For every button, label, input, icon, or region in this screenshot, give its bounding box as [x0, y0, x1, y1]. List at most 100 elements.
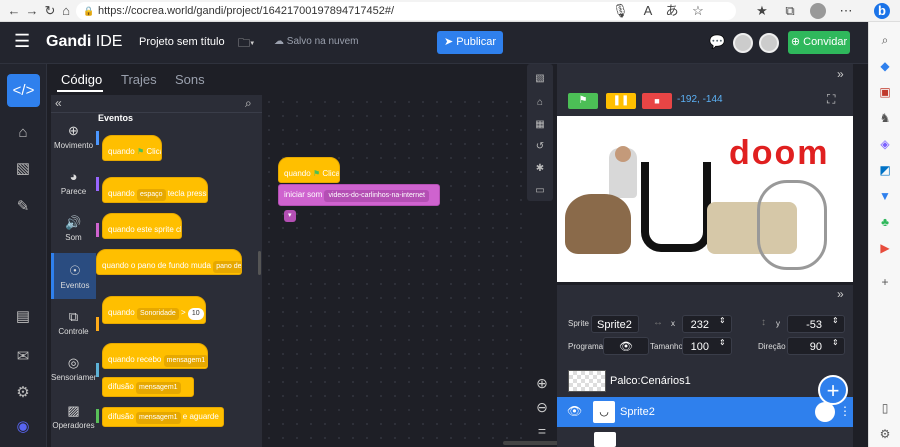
- picture-edit-icon[interactable]: ▦: [533, 118, 547, 132]
- forward-icon[interactable]: →: [24, 3, 40, 19]
- visibility-toggle[interactable]: 👁: [603, 337, 649, 355]
- favorites-icon[interactable]: ★: [754, 3, 770, 19]
- mic-icon[interactable]: 🎙: [612, 3, 629, 19]
- code-icon[interactable]: </>: [7, 74, 40, 107]
- block-when-flag-clicked[interactable]: quando ⚑ Clicado: [102, 135, 162, 161]
- outlook-icon[interactable]: ◩: [877, 162, 893, 178]
- sprite-name-input[interactable]: Sprite2: [591, 315, 639, 333]
- discord-icon[interactable]: ◉: [10, 414, 36, 440]
- gear-icon[interactable]: ⚙: [10, 380, 36, 406]
- settings-icon[interactable]: ⚙: [877, 426, 893, 442]
- pause-button[interactable]: ❚❚: [606, 93, 636, 109]
- sprite-panel-header: »: [557, 285, 853, 303]
- category-control[interactable]: ⧉ Controle: [51, 299, 96, 345]
- tab-code[interactable]: Código: [61, 72, 102, 87]
- notification-icon[interactable]: ✉: [10, 344, 36, 370]
- stage-coords: -192, -144: [677, 94, 723, 105]
- category-events[interactable]: ☉ Eventos: [51, 253, 96, 299]
- fullscreen-icon[interactable]: ⛶: [827, 92, 835, 107]
- avatar-2[interactable]: [759, 33, 779, 53]
- star-icon[interactable]: ☆: [690, 3, 706, 19]
- sprite-row-selected[interactable]: 👁 ◡ Sprite2 ⋮: [557, 397, 853, 427]
- robot-icon[interactable]: ⌂: [10, 120, 36, 146]
- youtube-icon[interactable]: ▶: [877, 240, 893, 256]
- search-icon[interactable]: ⌕: [877, 32, 893, 48]
- sprite-name: Sprite2: [620, 406, 655, 418]
- stage-canvas[interactable]: doom: [557, 116, 853, 282]
- office-icon[interactable]: ◈: [877, 136, 893, 152]
- collections-icon[interactable]: ⧉: [782, 3, 798, 19]
- workspace-scrollbar[interactable]: [503, 441, 563, 445]
- sprite-edit-icon[interactable]: [815, 402, 835, 422]
- reader-icon[interactable]: A: [640, 3, 656, 19]
- stepper-icon[interactable]: ⇕: [832, 316, 839, 325]
- zoom-reset-icon[interactable]: =: [533, 422, 551, 440]
- tree-icon[interactable]: ♣: [877, 214, 893, 230]
- address-bar[interactable]: 🔒 https://cocrea.world/gandi/project/164…: [76, 2, 736, 20]
- drop-icon[interactable]: ▼: [877, 188, 893, 204]
- edit-icon[interactable]: ✎: [10, 194, 36, 220]
- chat-icon[interactable]: 💬: [709, 34, 725, 50]
- section-marker: [96, 177, 99, 191]
- menu-icon[interactable]: ☰: [14, 31, 30, 52]
- more-icon[interactable]: ⋮: [839, 404, 851, 418]
- profile-icon[interactable]: [810, 3, 826, 19]
- block-when-sprite-clicked[interactable]: quando este sprite clicou: [102, 213, 182, 239]
- tab-sounds[interactable]: Sons: [175, 72, 205, 87]
- split-icon[interactable]: ▯: [877, 400, 893, 416]
- stepper-icon[interactable]: ⇕: [719, 338, 726, 347]
- translate-icon[interactable]: あ: [664, 3, 680, 19]
- share-button[interactable]: ⊕ Convidar: [788, 31, 850, 54]
- block-when-backdrop-switches[interactable]: quando o pano de fundo muda pano de fund…: [96, 249, 242, 275]
- notes-icon[interactable]: ▤: [10, 304, 36, 330]
- toolbox-icon[interactable]: ▣: [877, 84, 893, 100]
- collapse-icon[interactable]: «: [55, 96, 62, 110]
- block-when-key-pressed[interactable]: quando espaço tecla pressionada: [102, 177, 208, 203]
- image-icon[interactable]: ▧: [533, 72, 547, 86]
- tag-icon[interactable]: ◆: [877, 58, 893, 74]
- terminal-icon[interactable]: ▭: [533, 184, 547, 198]
- stepper-icon[interactable]: ⇕: [832, 338, 839, 347]
- project-title[interactable]: Projeto sem título: [139, 36, 225, 48]
- bing-icon[interactable]: b: [874, 3, 890, 19]
- category-motion[interactable]: ⊕ Movimento: [51, 113, 96, 159]
- back-icon[interactable]: ←: [6, 3, 22, 19]
- category-sensing[interactable]: ◎ Sensoriamento: [51, 345, 105, 391]
- script-start-sound[interactable]: iniciar som videos-do-carlinhos-na-inter…: [278, 184, 440, 222]
- chess-icon[interactable]: ♞: [877, 110, 893, 126]
- script-when-flag-clicked[interactable]: quando ⚑ Clicado: [278, 157, 340, 183]
- block-broadcast[interactable]: difusão mensagem1: [102, 377, 194, 397]
- zoom-in-icon[interactable]: ⊕: [533, 374, 551, 392]
- history-icon[interactable]: ↺: [533, 140, 547, 154]
- stepper-icon[interactable]: ⇕: [719, 316, 726, 325]
- stage-row[interactable]: Palco:Cenários1: [557, 366, 853, 396]
- block-when-receive[interactable]: quando recebo mensagem1: [102, 343, 208, 369]
- green-flag-button[interactable]: ⚑: [568, 93, 598, 109]
- sprite-skeleton: [757, 180, 827, 270]
- stop-button[interactable]: ■: [642, 93, 672, 109]
- folder-icon[interactable]: 🗀▾: [238, 34, 254, 55]
- expand-icon[interactable]: »: [837, 67, 844, 81]
- robot-icon[interactable]: ⌂: [533, 96, 547, 110]
- category-looks[interactable]: ◕ Parece: [51, 159, 96, 205]
- palette-scrollbar[interactable]: [258, 251, 261, 275]
- block-when-sensor-greater[interactable]: quando Sonoridade > 10: [102, 296, 206, 324]
- block-broadcast-and-wait[interactable]: difusão mensagem1 e aguarde: [102, 407, 224, 427]
- home-icon[interactable]: ⌂: [58, 3, 74, 19]
- category-sound[interactable]: 🔊 Som: [51, 205, 96, 251]
- expand-icon[interactable]: »: [837, 287, 844, 301]
- add-icon[interactable]: +: [877, 274, 893, 290]
- code-workspace[interactable]: quando ⚑ Clicado iniciar som videos-do-c…: [262, 95, 525, 447]
- avatar[interactable]: [733, 33, 753, 53]
- bug-icon[interactable]: ✱: [533, 162, 547, 176]
- more-icon[interactable]: ⋯: [838, 3, 854, 19]
- tab-costumes[interactable]: Trajes: [121, 72, 157, 87]
- zoom-out-icon[interactable]: ⊖: [533, 398, 551, 416]
- image-icon[interactable]: ▧: [10, 156, 36, 182]
- eye-icon[interactable]: 👁: [567, 404, 582, 418]
- publish-button[interactable]: ➤ Publicar: [437, 31, 503, 54]
- search-icon[interactable]: ⌕: [245, 96, 252, 111]
- refresh-icon[interactable]: ↻: [42, 3, 58, 19]
- add-sprite-button[interactable]: +: [818, 375, 848, 405]
- category-operators[interactable]: ▨ Operadores: [51, 393, 96, 439]
